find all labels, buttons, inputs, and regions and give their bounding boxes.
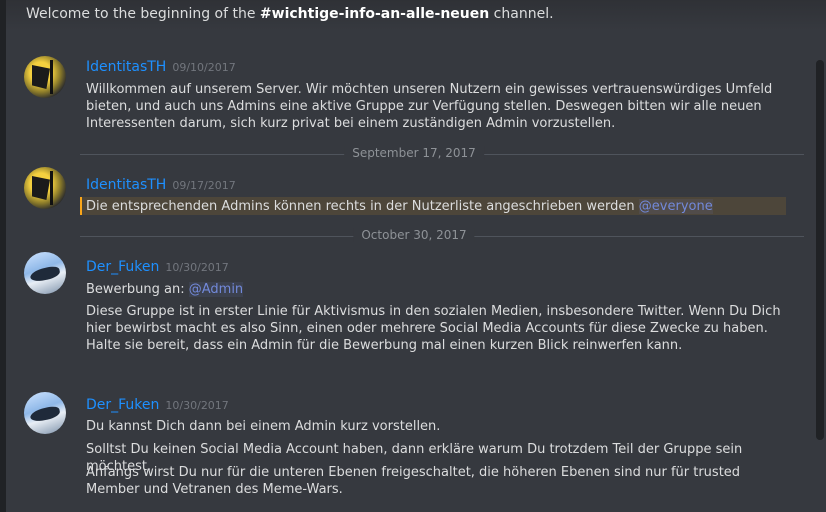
flag-icon xyxy=(32,176,50,200)
mention-everyone[interactable]: @everyone xyxy=(638,199,713,214)
message-author[interactable]: Der_Fuken 10/30/2017 xyxy=(86,397,229,413)
flag-icon xyxy=(32,65,50,89)
welcome-suffix: channel. xyxy=(489,6,554,22)
message-author[interactable]: IdentitasTH 09/17/2017 xyxy=(86,177,236,193)
avatar[interactable] xyxy=(24,167,66,209)
message-timestamp: 09/10/2017 xyxy=(172,61,236,74)
avatar[interactable] xyxy=(24,392,66,434)
message-body: Bewerbung an: xyxy=(86,282,189,297)
avatar[interactable] xyxy=(24,56,66,98)
author-name[interactable]: IdentitasTH xyxy=(86,59,166,75)
message-timestamp: 09/17/2017 xyxy=(172,179,236,192)
author-name[interactable]: IdentitasTH xyxy=(86,177,166,193)
channel-welcome: Welcome to the beginning of the #wichtig… xyxy=(26,6,554,22)
mention-admin[interactable]: @Admin xyxy=(188,282,244,297)
author-name[interactable]: Der_Fuken xyxy=(86,397,159,413)
avatar[interactable] xyxy=(24,252,66,294)
date-divider-label: October 30, 2017 xyxy=(353,228,475,242)
message-line: Bewerbung an: @Admin xyxy=(86,281,796,298)
message-line: Du kannst Dich dann bei einem Admin kurz… xyxy=(86,419,441,434)
date-divider-label: September 17, 2017 xyxy=(344,146,484,160)
message-timestamp: 10/30/2017 xyxy=(165,399,229,412)
message-text: Die entsprechenden Admins können rechts … xyxy=(86,198,796,215)
message-text: Willkommen auf unserem Server. Wir möcht… xyxy=(86,82,773,131)
message-line: Anfangs wirst Du nur für die unteren Ebe… xyxy=(86,465,741,497)
window-edge xyxy=(0,0,6,512)
chat-window: Welcome to the beginning of the #wichtig… xyxy=(0,0,826,512)
bird-icon xyxy=(29,265,61,283)
flag-pole-icon xyxy=(50,171,53,205)
channel-name[interactable]: #wichtige-info-an-alle-neuen xyxy=(260,6,489,22)
message-timestamp: 10/30/2017 xyxy=(165,261,229,274)
flag-pole-icon xyxy=(50,60,53,94)
message-text: Diese Gruppe ist in erster Linie für Akt… xyxy=(86,304,781,353)
welcome-prefix: Welcome to the beginning of the xyxy=(26,6,260,22)
message-author[interactable]: IdentitasTH 09/10/2017 xyxy=(86,59,236,75)
scrollbar-thumb[interactable] xyxy=(816,60,824,440)
message-body: Die entsprechenden Admins können rechts … xyxy=(86,199,639,214)
scrollbar[interactable] xyxy=(816,60,824,440)
message-author[interactable]: Der_Fuken 10/30/2017 xyxy=(86,259,229,275)
bird-icon xyxy=(29,405,61,423)
author-name[interactable]: Der_Fuken xyxy=(86,259,159,275)
